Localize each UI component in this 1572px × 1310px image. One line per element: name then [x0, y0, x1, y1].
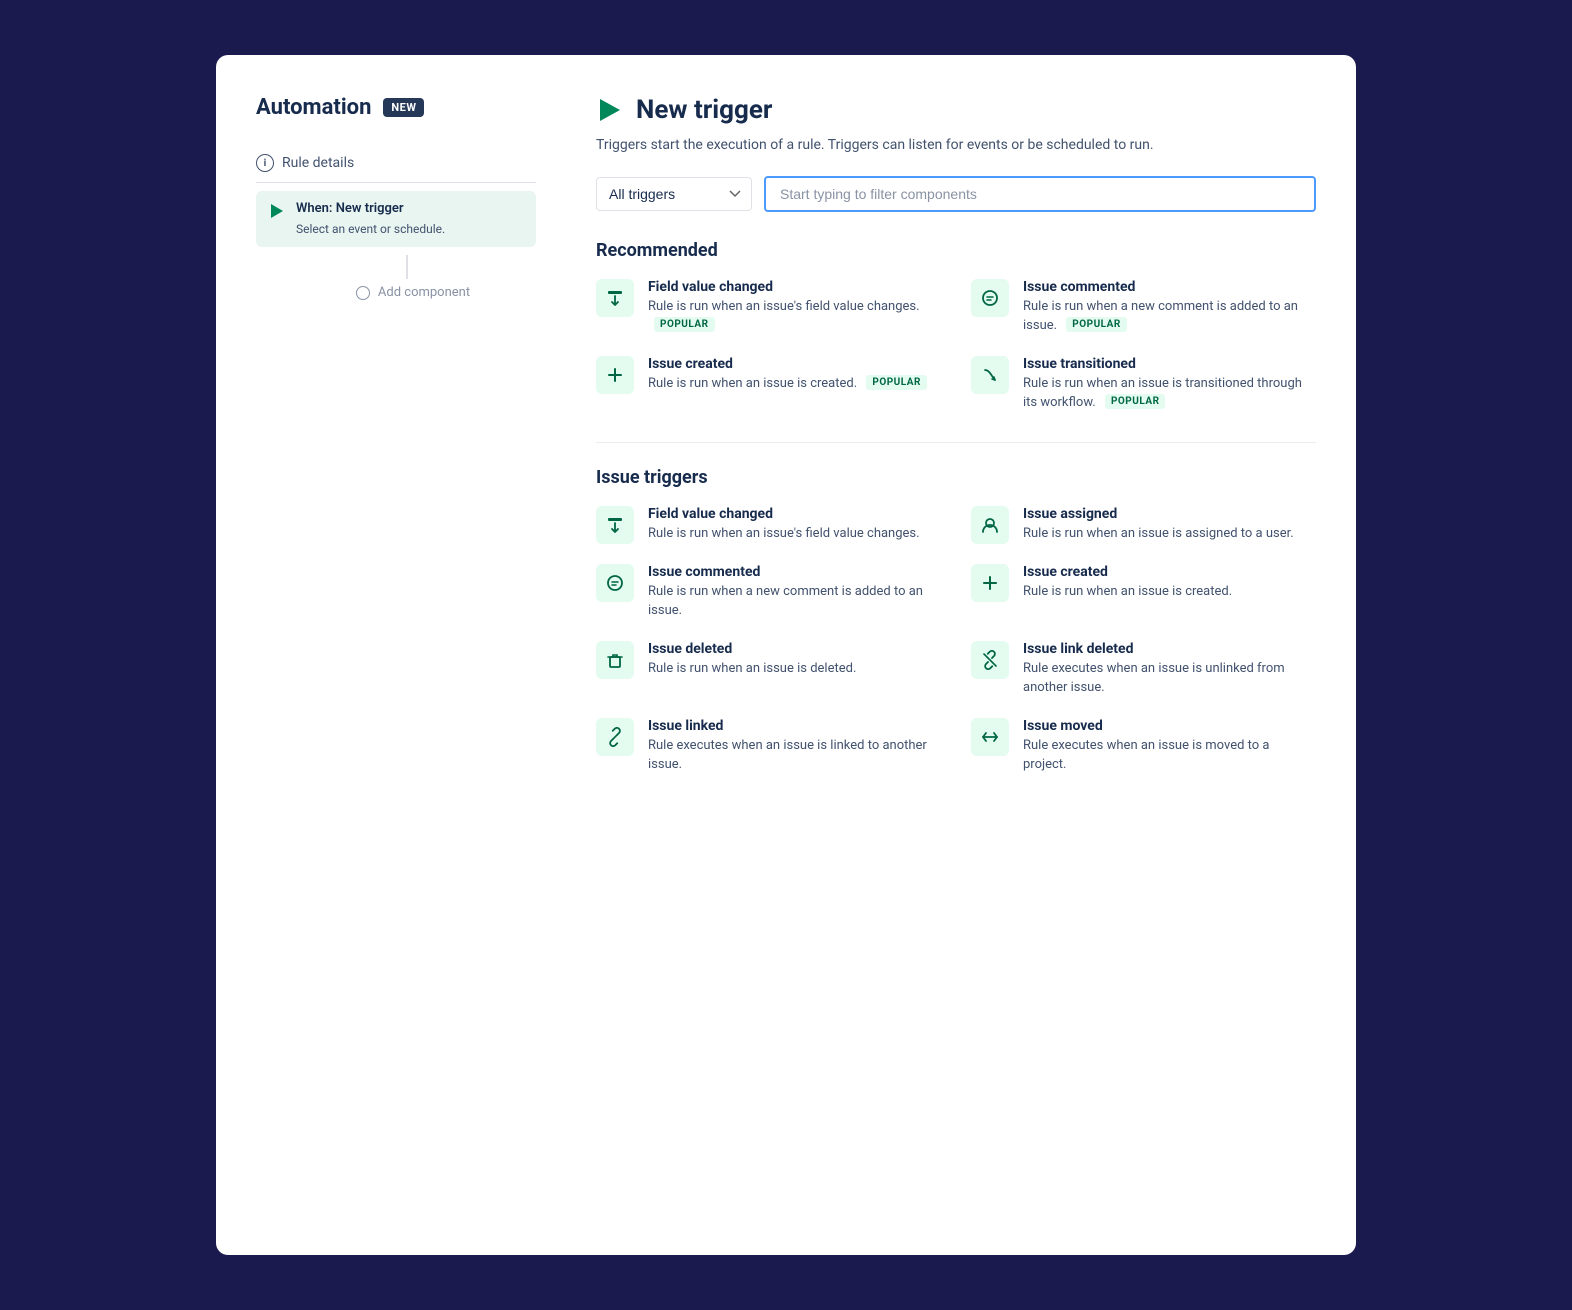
- issue-moved-icon: [980, 727, 1000, 747]
- trigger-text: When: New trigger Select an event or sch…: [296, 201, 445, 237]
- popular-badge: POPULAR: [654, 317, 715, 332]
- rule-details-label: Rule details: [282, 155, 354, 171]
- filter-row: All triggers Issue triggers Schedule tri…: [596, 176, 1316, 212]
- issue-created-icon-2: [980, 573, 1000, 593]
- trigger-card-issue-commented-recommended[interactable]: Issue commented Rule is run when a new c…: [971, 279, 1316, 336]
- issue-commented-card-text: Issue commented Rule is run when a new c…: [1023, 279, 1316, 336]
- sidebar-trigger-item[interactable]: When: New trigger Select an event or sch…: [256, 191, 536, 247]
- issue-triggers-grid: Field value changed Rule is run when an …: [596, 506, 1316, 774]
- issue-created-icon-wrap: [596, 356, 634, 394]
- app-container: Automation NEW i Rule details When: New …: [216, 55, 1356, 1255]
- issue-created-card-text: Issue created Rule is run when an issue …: [648, 356, 927, 394]
- issue-moved-card-text: Issue moved Rule executes when an issue …: [1023, 718, 1316, 775]
- issue-assigned-icon-wrap: [971, 506, 1009, 544]
- issue-commented-card-text-2: Issue commented Rule is run when a new c…: [648, 564, 941, 621]
- app-title-row: Automation NEW: [256, 95, 536, 120]
- main-content: New trigger Triggers start the execution…: [556, 95, 1316, 1195]
- main-layout: Automation NEW i Rule details When: New …: [256, 95, 1316, 1195]
- issue-deleted-icon: [605, 650, 625, 670]
- field-value-icon-2: [605, 515, 625, 535]
- section-subtitle: Triggers start the execution of a rule. …: [596, 135, 1316, 156]
- new-badge: NEW: [383, 98, 424, 117]
- connector-line: [406, 255, 408, 279]
- trigger-item-label: When: New trigger: [296, 201, 445, 216]
- trigger-card-issue-deleted[interactable]: Issue deleted Rule is run when an issue …: [596, 641, 941, 698]
- trigger-card-issue-commented[interactable]: Issue commented Rule is run when a new c…: [596, 564, 941, 621]
- field-value-icon-wrap-2: [596, 506, 634, 544]
- issue-commented-icon-wrap-2: [596, 564, 634, 602]
- issue-created-icon-wrap-2: [971, 564, 1009, 602]
- issue-deleted-icon-wrap: [596, 641, 634, 679]
- trigger-card-issue-moved[interactable]: Issue moved Rule executes when an issue …: [971, 718, 1316, 775]
- trigger-card-field-value-recommended[interactable]: Field value changed Rule is run when an …: [596, 279, 941, 336]
- issue-assigned-icon: [980, 515, 1000, 535]
- issue-link-deleted-icon-wrap: [971, 641, 1009, 679]
- trigger-card-issue-created-recommended[interactable]: Issue created Rule is run when an issue …: [596, 356, 941, 413]
- popular-badge: POPULAR: [1105, 394, 1166, 409]
- section-header: New trigger: [596, 95, 1316, 125]
- issue-commented-icon: [980, 288, 1000, 308]
- field-value-icon: [605, 288, 625, 308]
- section-title: New trigger: [636, 95, 772, 125]
- issue-transitioned-icon-wrap: [971, 356, 1009, 394]
- issue-linked-icon-wrap: [596, 718, 634, 756]
- issue-linked-icon: [605, 727, 625, 747]
- section-divider: [596, 442, 1316, 443]
- issue-assigned-card-text: Issue assigned Rule is run when an issue…: [1023, 506, 1294, 544]
- issue-triggers-label: Issue triggers: [596, 467, 1316, 488]
- trigger-card-field-value[interactable]: Field value changed Rule is run when an …: [596, 506, 941, 544]
- play-icon-green: [596, 96, 624, 124]
- info-icon: i: [256, 154, 274, 172]
- issue-commented-icon-wrap: [971, 279, 1009, 317]
- sidebar-rule-details[interactable]: i Rule details: [256, 144, 536, 183]
- popular-badge: POPULAR: [1066, 317, 1127, 332]
- trigger-play-icon: [268, 202, 286, 220]
- issue-created-icon: [605, 365, 625, 385]
- trigger-card-issue-linked[interactable]: Issue linked Rule executes when an issue…: [596, 718, 941, 775]
- issue-commented-icon-2: [605, 573, 625, 593]
- trigger-item-sublabel: Select an event or schedule.: [296, 222, 445, 236]
- add-circle-icon: [356, 286, 370, 300]
- recommended-label: Recommended: [596, 240, 1316, 261]
- recommended-grid: Field value changed Rule is run when an …: [596, 279, 1316, 412]
- issue-created-card-text-2: Issue created Rule is run when an issue …: [1023, 564, 1232, 602]
- trigger-card-issue-assigned[interactable]: Issue assigned Rule is run when an issue…: [971, 506, 1316, 544]
- issue-transitioned-icon: [980, 365, 1000, 385]
- app-title: Automation: [256, 95, 371, 120]
- field-value-icon-wrap: [596, 279, 634, 317]
- issue-link-deleted-icon: [980, 650, 1000, 670]
- field-value-card-text: Field value changed Rule is run when an …: [648, 279, 941, 336]
- add-component-row[interactable]: Add component: [344, 279, 470, 306]
- issue-link-deleted-card-text: Issue link deleted Rule executes when an…: [1023, 641, 1316, 698]
- sidebar: Automation NEW i Rule details When: New …: [256, 95, 556, 1195]
- trigger-card-issue-created[interactable]: Issue created Rule is run when an issue …: [971, 564, 1316, 621]
- trigger-type-select[interactable]: All triggers Issue triggers Schedule tri…: [596, 177, 752, 211]
- recommended-section: Recommended Field value changed Rule: [596, 240, 1316, 412]
- issue-triggers-section: Issue triggers Field value changed Ru: [596, 467, 1316, 774]
- filter-components-input[interactable]: [764, 176, 1316, 212]
- issue-transitioned-card-text: Issue transitioned Rule is run when an i…: [1023, 356, 1316, 413]
- popular-badge: POPULAR: [866, 375, 927, 390]
- field-value-card-text-2: Field value changed Rule is run when an …: [648, 506, 920, 544]
- issue-deleted-card-text: Issue deleted Rule is run when an issue …: [648, 641, 856, 679]
- trigger-card-issue-transitioned-recommended[interactable]: Issue transitioned Rule is run when an i…: [971, 356, 1316, 413]
- issue-linked-card-text: Issue linked Rule executes when an issue…: [648, 718, 941, 775]
- trigger-card-issue-link-deleted[interactable]: Issue link deleted Rule executes when an…: [971, 641, 1316, 698]
- issue-moved-icon-wrap: [971, 718, 1009, 756]
- add-component-label: Add component: [378, 285, 470, 300]
